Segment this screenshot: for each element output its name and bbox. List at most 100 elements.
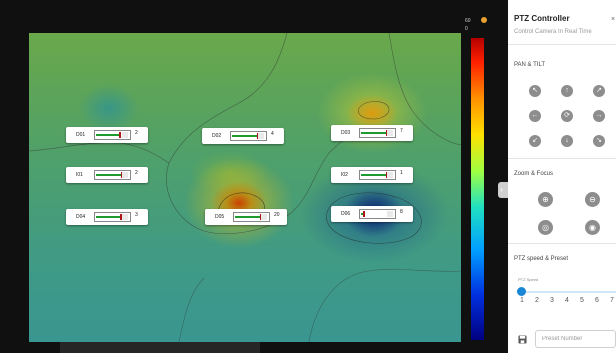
sensor-label[interactable]: I01 2 — [66, 167, 148, 183]
speed-tick: 1 — [520, 297, 524, 304]
sensor-name: D03 — [341, 130, 351, 136]
sensor-gauge-tail — [387, 211, 393, 217]
heatmap-overlay — [29, 33, 461, 342]
divider — [508, 44, 616, 45]
chevron-right-icon: › — [500, 184, 503, 194]
save-icon[interactable] — [518, 335, 527, 344]
sensor-gauge-fill — [232, 135, 257, 137]
arrow-icon: ↖ — [532, 87, 538, 94]
floor-strip — [60, 342, 260, 353]
sensor-gauge-fill — [96, 174, 121, 176]
colorbar-indicator-icon — [481, 17, 487, 23]
close-icon[interactable]: × — [611, 16, 615, 23]
sensor-gauge — [359, 209, 396, 219]
arrow-icon: ↑ — [565, 87, 569, 94]
sensor-gauge — [359, 128, 396, 138]
ptz-controller-panel: PTZ Controller Control Camera In Real Ti… — [508, 0, 616, 353]
speed-preset-label: PTZ speed & Preset — [514, 256, 569, 262]
colorbar — [471, 38, 484, 340]
sensor-value: 20 — [274, 212, 280, 218]
zoom-icon: ⊕ — [542, 195, 549, 204]
zoom-focus-button[interactable]: ◎ — [538, 220, 553, 235]
ptz-speed-slider-handle[interactable] — [517, 287, 526, 296]
pan-tilt-button[interactable]: ↗ — [593, 85, 605, 97]
arrow-icon: ↗ — [596, 87, 602, 94]
colorbar-max-label: 60 — [465, 18, 471, 24]
colorbar-min-label: 0 — [465, 26, 468, 32]
sensor-name: I02 — [341, 172, 348, 178]
speed-tick: 6 — [595, 297, 599, 304]
sensor-label[interactable]: D01 2 — [66, 127, 148, 143]
divider — [508, 158, 616, 159]
pan-tilt-button[interactable]: ↘ — [593, 135, 605, 147]
zoom-focus-label: Zoom & Focus — [514, 171, 554, 177]
arrow-icon: → — [595, 112, 603, 119]
sensor-value: 2 — [135, 130, 138, 136]
sensor-label[interactable]: D03 7 — [331, 125, 413, 141]
sensor-value: 2 — [135, 170, 138, 176]
sensor-gauge-marker — [363, 211, 365, 217]
divider — [508, 243, 616, 244]
sensor-name: D02 — [212, 133, 222, 139]
sensor-name: D06 — [341, 211, 351, 217]
pan-tilt-button[interactable]: ⟳ — [561, 110, 573, 122]
sensor-value: 7 — [400, 128, 403, 134]
sensor-gauge-marker — [119, 132, 121, 138]
sensor-gauge-fill — [96, 134, 119, 136]
sensor-gauge-tail — [261, 214, 267, 220]
speed-tick: 2 — [535, 297, 539, 304]
speed-tick: 7 — [610, 297, 614, 304]
pan-tilt-button[interactable]: ↓ — [561, 135, 573, 147]
zoom-focus-button[interactable]: ⊕ — [538, 192, 553, 207]
sensor-label[interactable]: D02 4 — [202, 128, 284, 144]
arrow-icon: ⟳ — [564, 112, 570, 119]
pan-tilt-button[interactable]: ↑ — [561, 85, 573, 97]
pan-tilt-button[interactable]: ↙ — [529, 135, 541, 147]
sensor-gauge — [94, 130, 131, 140]
sensor-value: 8 — [400, 209, 403, 215]
pan-tilt-button[interactable]: ← — [529, 110, 541, 122]
zoom-focus-button[interactable]: ⊖ — [585, 192, 600, 207]
speed-tick: 3 — [550, 297, 554, 304]
sensor-gauge-tail — [122, 214, 128, 220]
speed-tick: 4 — [565, 297, 569, 304]
zoom-icon: ◎ — [542, 223, 549, 232]
arrow-icon: ↓ — [565, 137, 569, 144]
sensor-label[interactable]: D04 3 — [66, 209, 148, 225]
camera-viewport: 60 0 D01 2 I01 2 D04 3 D02 4 D05 20 D03 7 I02 1 D06 8 — [0, 0, 508, 353]
sensor-gauge-tail — [258, 133, 264, 139]
contour-lines — [29, 33, 461, 342]
sensor-name: D04 — [76, 214, 86, 220]
zoom-icon: ⊖ — [589, 195, 596, 204]
sensor-label[interactable]: D05 20 — [205, 209, 287, 225]
speed-tick: 5 — [580, 297, 584, 304]
sensor-label[interactable]: D06 8 — [331, 206, 413, 222]
arrow-icon: ↙ — [532, 137, 538, 144]
sensor-gauge — [94, 212, 131, 222]
pan-tilt-button[interactable]: → — [593, 110, 605, 122]
ptz-speed-label: PTZ Speed — [518, 277, 539, 282]
sensor-name: I01 — [76, 172, 83, 178]
sensor-gauge-tail — [387, 172, 393, 178]
sensor-value: 3 — [135, 212, 138, 218]
sensor-gauge — [359, 170, 396, 180]
sensor-value: 1 — [400, 170, 403, 176]
zoom-icon: ◉ — [589, 223, 596, 232]
sensor-gauge — [233, 212, 270, 222]
sensor-name: D01 — [76, 132, 86, 138]
panel-subtitle: Control Camera In Real Time — [514, 29, 592, 35]
pan-tilt-button[interactable]: ↖ — [529, 85, 541, 97]
sensor-gauge-fill — [96, 216, 120, 218]
preset-number-input[interactable] — [535, 330, 616, 348]
ptz-speed-slider[interactable] — [520, 291, 616, 293]
sensor-gauge — [94, 170, 131, 180]
panel-title: PTZ Controller — [514, 14, 570, 23]
arrow-icon: ← — [531, 112, 539, 119]
arrow-icon: ↘ — [596, 137, 602, 144]
sensor-gauge-fill — [361, 132, 386, 134]
pan-tilt-label: PAN & TILT — [514, 62, 546, 68]
sensor-gauge-fill — [361, 174, 386, 176]
sensor-gauge-tail — [122, 172, 128, 178]
zoom-focus-button[interactable]: ◉ — [585, 220, 600, 235]
sensor-label[interactable]: I02 1 — [331, 167, 413, 183]
